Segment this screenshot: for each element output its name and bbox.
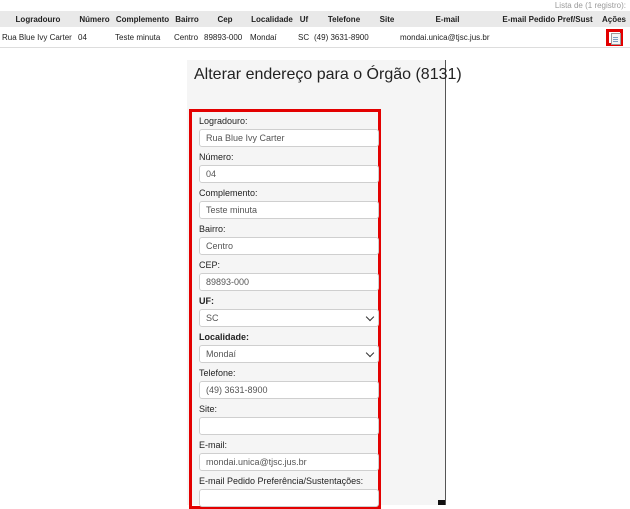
header-complemento: Complemento: [113, 11, 172, 27]
cell-acoes: [598, 27, 630, 48]
uf-selected-value: SC: [206, 313, 219, 323]
cep-input[interactable]: 89893-000: [199, 273, 379, 291]
form-title: Alterar endereço para o Órgão (8131): [194, 66, 462, 83]
cell-email: mondai.unica@tjsc.jus.br: [398, 27, 497, 48]
label-email-pref: E-mail Pedido Preferência/Sustentações:: [199, 476, 364, 486]
edit-document-icon: [610, 32, 621, 45]
header-bairro: Bairro: [172, 11, 202, 27]
complemento-input[interactable]: Teste minuta: [199, 201, 379, 219]
cell-complemento: Teste minuta: [113, 27, 172, 48]
field-telefone: Telefone: (49) 3631-8900: [199, 368, 379, 399]
field-bairro: Bairro: Centro: [199, 224, 379, 255]
field-email: E-mail: mondai.unica@tjsc.jus.br: [199, 440, 379, 471]
label-numero: Número:: [199, 152, 234, 162]
field-numero: Número: 04: [199, 152, 379, 183]
field-email-pref: E-mail Pedido Preferência/Sustentações:: [199, 476, 379, 507]
header-uf: Uf: [296, 11, 312, 27]
table-row: Rua Blue Ivy Carter 04 Teste minuta Cent…: [0, 27, 630, 48]
cell-cep: 89893-000: [202, 27, 248, 48]
cell-logradouro: Rua Blue Ivy Carter: [0, 27, 76, 48]
localidade-select[interactable]: Mondaí: [199, 345, 379, 363]
bairro-input[interactable]: Centro: [199, 237, 379, 255]
header-localidade: Localidade: [248, 11, 296, 27]
cell-uf: SC: [296, 27, 312, 48]
table-header-row: Logradouro Número Complemento Bairro Cep…: [0, 11, 630, 27]
numero-input[interactable]: 04: [199, 165, 379, 183]
address-table: Logradouro Número Complemento Bairro Cep…: [0, 11, 630, 48]
field-cep: CEP: 89893-000: [199, 260, 379, 291]
header-email: E-mail: [398, 11, 497, 27]
field-logradouro: Logradouro: Rua Blue Ivy Carter: [199, 116, 379, 147]
field-localidade: Localidade: Mondaí: [199, 332, 379, 363]
header-numero: Número: [76, 11, 113, 27]
email-pref-input[interactable]: [199, 489, 379, 507]
form-highlight-frame: Logradouro: Rua Blue Ivy Carter Número: …: [189, 109, 381, 509]
cell-telefone: (49) 3631-8900: [312, 27, 376, 48]
email-input[interactable]: mondai.unica@tjsc.jus.br: [199, 453, 379, 471]
label-logradouro: Logradouro:: [199, 116, 248, 126]
label-bairro: Bairro:: [199, 224, 226, 234]
cell-site: [376, 27, 398, 48]
edit-address-button[interactable]: [605, 28, 623, 46]
edit-address-panel: Alterar endereço para o Órgão (8131) Log…: [187, 60, 462, 509]
label-telefone: Telefone:: [199, 368, 236, 378]
label-complemento: Complemento:: [199, 188, 258, 198]
cell-localidade: Mondaí: [248, 27, 296, 48]
logradouro-input[interactable]: Rua Blue Ivy Carter: [199, 129, 379, 147]
uf-select[interactable]: SC: [199, 309, 379, 327]
telefone-input[interactable]: (49) 3631-8900: [199, 381, 379, 399]
field-complemento: Complemento: Teste minuta: [199, 188, 379, 219]
field-site: Site:: [199, 404, 379, 435]
header-telefone: Telefone: [312, 11, 376, 27]
chevron-down-icon: [365, 312, 375, 322]
cell-bairro: Centro: [172, 27, 202, 48]
label-site: Site:: [199, 404, 218, 414]
chevron-down-icon: [365, 348, 375, 358]
cell-numero: 04: [76, 27, 113, 48]
site-input[interactable]: [199, 417, 379, 435]
header-acoes: Ações: [598, 11, 630, 27]
cell-email-pref: [497, 27, 598, 48]
scrollbar-marker: [438, 500, 445, 505]
header-logradouro: Logradouro: [0, 11, 76, 27]
header-cep: Cep: [202, 11, 248, 27]
label-localidade: Localidade:: [199, 332, 250, 342]
label-email: E-mail:: [199, 440, 228, 450]
list-caption: Lista de (1 registro):: [554, 1, 626, 10]
field-uf: UF: SC: [199, 296, 379, 327]
header-site: Site: [376, 11, 398, 27]
label-cep: CEP:: [199, 260, 221, 270]
localidade-selected-value: Mondaí: [206, 349, 237, 359]
label-uf: UF:: [199, 296, 214, 306]
header-email-pref: E-mail Pedido Pref/Sust: [497, 11, 598, 27]
